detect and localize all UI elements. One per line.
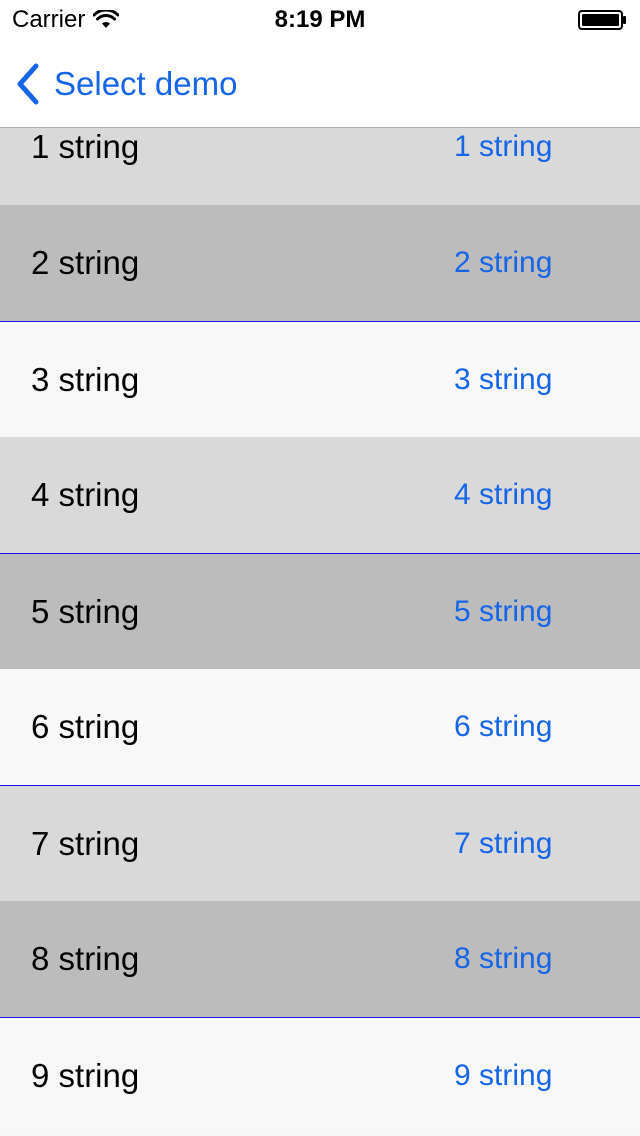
row-title: 1 string [31, 128, 140, 165]
row-detail[interactable]: 7 string [454, 786, 552, 902]
status-bar: Carrier 8:19 PM [0, 0, 640, 40]
table-row[interactable]: 8 string 8 string [0, 901, 640, 1017]
status-time: 8:19 PM [274, 6, 366, 33]
table-row[interactable]: 7 string 7 string [0, 785, 640, 901]
row-detail[interactable]: 1 string [454, 128, 552, 205]
table-row[interactable]: 9 string 9 string [0, 1017, 640, 1133]
row-title: 5 string [31, 593, 140, 630]
table-row[interactable]: 4 string 4 string [0, 437, 640, 553]
table-list[interactable]: 1 string 1 string 2 string 2 string 3 st… [0, 128, 640, 1136]
row-title: 3 string [31, 361, 140, 398]
table-row[interactable]: 3 string 3 string [0, 321, 640, 437]
row-detail[interactable]: 8 string [454, 901, 552, 1017]
row-title: 6 string [31, 708, 140, 745]
table-row[interactable]: 6 string 6 string [0, 669, 640, 785]
battery-icon [578, 10, 626, 30]
row-detail[interactable]: 6 string [454, 669, 552, 785]
row-title: 4 string [31, 476, 140, 513]
table-row[interactable]: 1 string 1 string [0, 128, 640, 205]
row-title: 2 string [31, 244, 140, 281]
navigation-bar: Select demo [0, 40, 640, 128]
chevron-left-icon [17, 63, 39, 105]
row-detail[interactable]: 2 string [454, 205, 552, 321]
screen: Carrier 8:19 PM Select demo 1 string 1 s… [0, 0, 640, 1136]
row-title: 7 string [31, 825, 140, 862]
back-button[interactable]: Select demo [14, 60, 237, 108]
row-detail[interactable]: 4 string [454, 437, 552, 553]
row-detail[interactable]: 5 string [454, 554, 552, 670]
row-detail[interactable]: 9 string [454, 1018, 552, 1134]
table-row[interactable]: 2 string 2 string [0, 205, 640, 321]
row-detail[interactable]: 3 string [454, 322, 552, 438]
row-title: 8 string [31, 940, 140, 977]
row-title: 9 string [31, 1057, 140, 1094]
table-row[interactable]: 5 string 5 string [0, 553, 640, 669]
back-button-label: Select demo [54, 65, 238, 102]
